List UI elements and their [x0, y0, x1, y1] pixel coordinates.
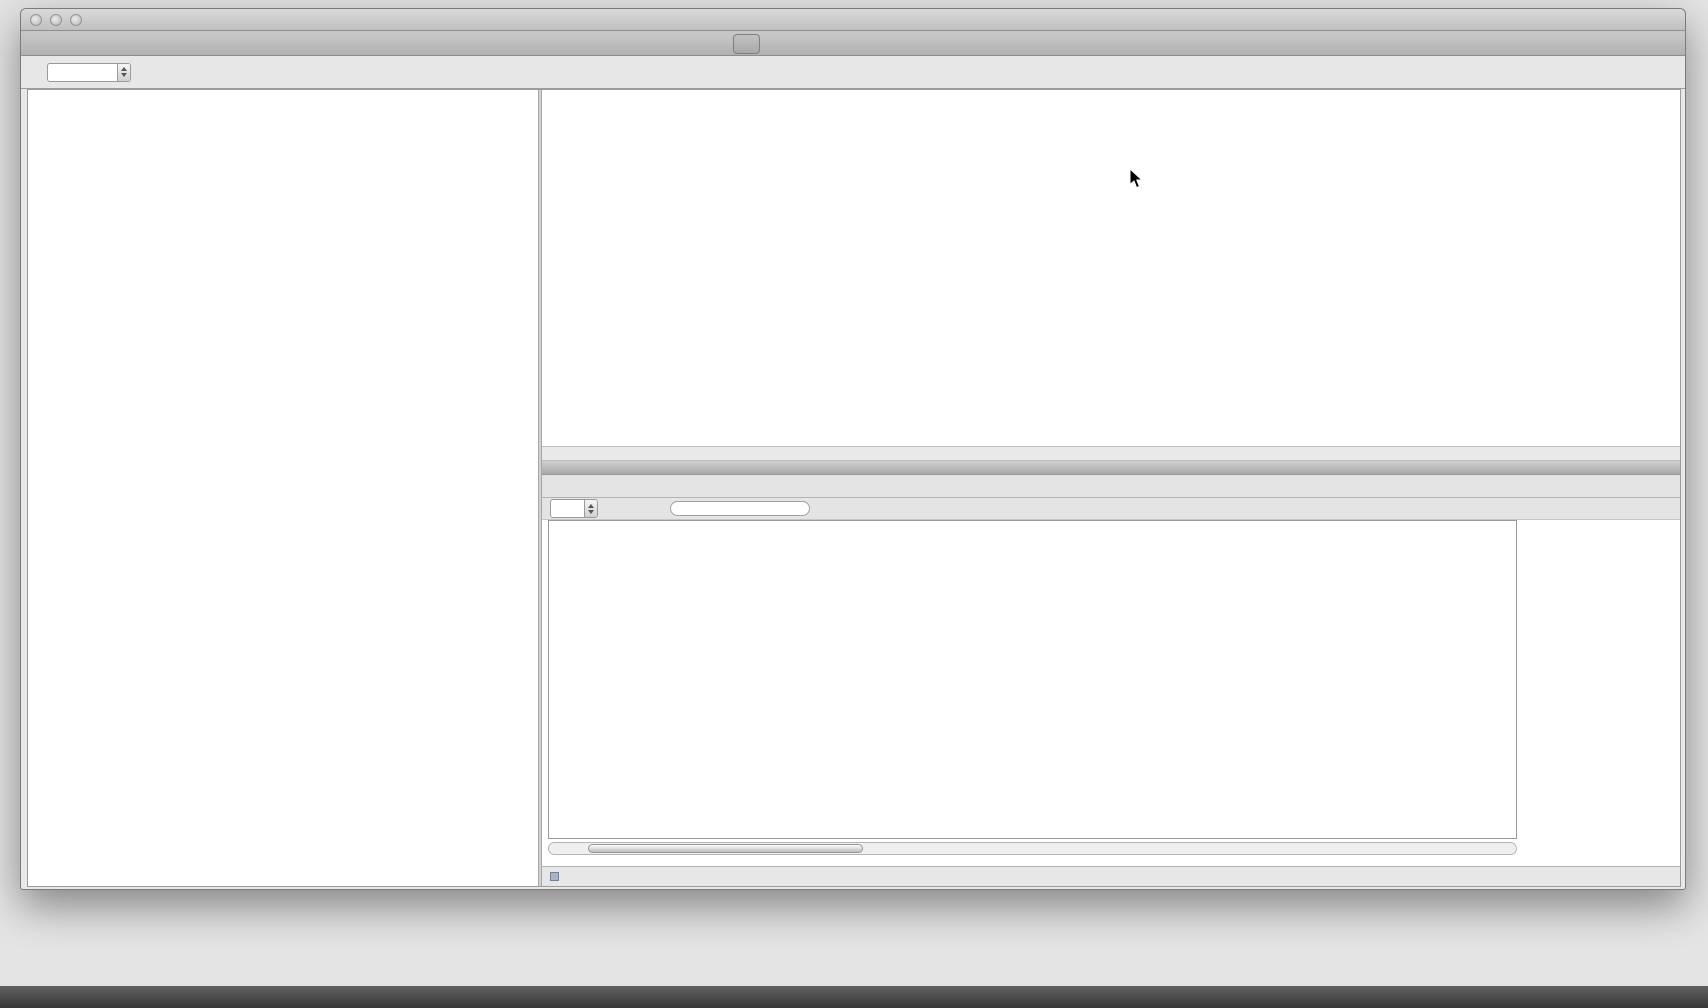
window-controls	[30, 14, 82, 26]
status-bar	[542, 866, 1680, 886]
results-grid[interactable]	[548, 520, 1517, 839]
document-tab[interactable]	[733, 34, 760, 54]
dock-strip	[0, 986, 1708, 1008]
scrollbar-thumb[interactable]	[588, 844, 863, 853]
editor-horizontal-scrollbar[interactable]	[542, 461, 1680, 475]
statement-type-select[interactable]	[47, 63, 131, 82]
select-stepper-icon	[117, 64, 130, 81]
status-indicator-icon	[550, 872, 559, 881]
zoom-window-button[interactable]	[70, 14, 82, 26]
sql-editor-text[interactable]	[568, 90, 1680, 446]
main-toolbar	[21, 56, 1685, 89]
main-area	[27, 89, 1681, 887]
sql-editor[interactable]	[542, 90, 1680, 446]
title-bar[interactable]	[21, 9, 1685, 31]
document-tab-bar	[21, 31, 1685, 56]
editor-status-bar	[542, 446, 1680, 461]
line-number-gutter	[542, 90, 568, 446]
desktop	[0, 0, 1708, 1008]
results-search-input[interactable]	[670, 501, 810, 516]
select-stepper-icon	[584, 500, 597, 517]
razorsql-window	[20, 8, 1686, 890]
results-tab-bar	[542, 475, 1680, 498]
results-horizontal-scrollbar[interactable]	[548, 842, 1517, 855]
results-toolbar	[542, 498, 1680, 520]
minimize-window-button[interactable]	[50, 14, 62, 26]
mouse-cursor	[1128, 168, 1143, 190]
max-rows-select[interactable]	[550, 499, 598, 518]
search-icon	[647, 500, 665, 518]
query-panel	[542, 90, 1680, 886]
database-browser-tree[interactable]	[28, 90, 538, 886]
close-window-button[interactable]	[30, 14, 42, 26]
